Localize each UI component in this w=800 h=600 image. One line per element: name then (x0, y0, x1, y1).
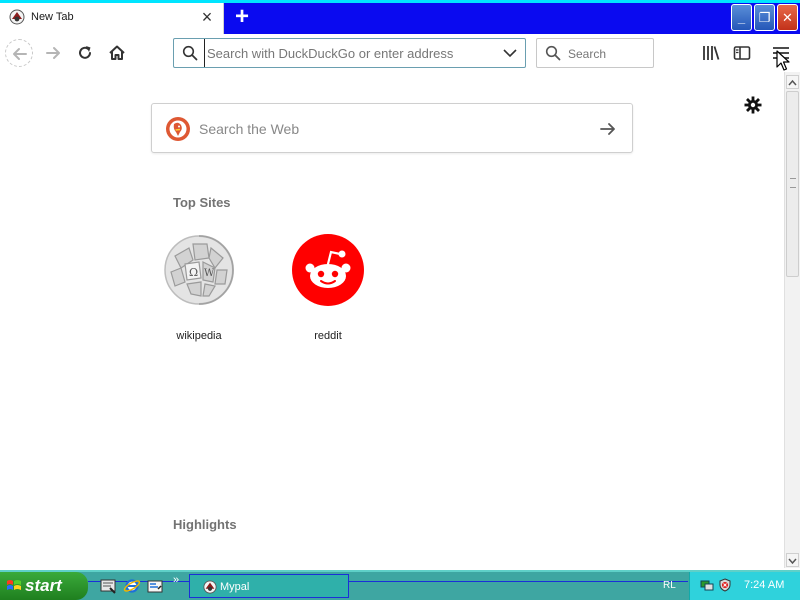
reload-icon (79, 46, 91, 59)
reload-button[interactable] (71, 39, 99, 67)
new-tab-page: Search the Web Top Sites Ω W wikipedia r… (0, 72, 784, 568)
mypal-favicon-icon (203, 580, 217, 594)
home-button[interactable] (103, 39, 131, 67)
internet-explorer-icon[interactable] (123, 577, 141, 595)
chevron-down-icon (788, 558, 797, 565)
arrow-right-icon[interactable] (598, 119, 618, 139)
system-tray: 7:24 AM (689, 572, 800, 600)
chevron-up-icon (788, 79, 797, 86)
top-site-wikipedia[interactable]: Ω W wikipedia (154, 234, 244, 354)
library-icon[interactable] (700, 42, 722, 64)
search-icon (182, 45, 198, 61)
mouse-cursor-icon (776, 50, 790, 71)
new-tab-button[interactable]: + (230, 5, 254, 30)
tab-new-tab[interactable]: New Tab × (0, 3, 224, 34)
restore-button[interactable]: ❐ (754, 4, 775, 31)
web-search-placeholder: Search the Web (199, 121, 300, 137)
back-button[interactable] (5, 39, 33, 67)
sidebar-icon[interactable] (731, 42, 753, 64)
mypal-favicon-icon (9, 9, 25, 25)
scroll-up-button[interactable] (786, 75, 799, 89)
nav-toolbar: Search (0, 34, 800, 72)
url-bar[interactable] (173, 38, 526, 68)
top-site-label: reddit (314, 330, 342, 342)
minimize-button[interactable]: _ (731, 4, 752, 31)
wikipedia-globe-icon: Ω W (164, 235, 235, 305)
svg-text:Ω: Ω (189, 266, 198, 279)
start-label: start (25, 576, 62, 595)
taskbar: start » Mypal RL 7:24 AM (0, 570, 800, 600)
top-site-reddit[interactable]: reddit (283, 234, 373, 354)
task-button-label: Mypal (220, 581, 250, 593)
network-tray-icon[interactable] (700, 578, 714, 592)
scroll-grip (790, 178, 796, 188)
highlights-heading: Highlights (173, 517, 237, 532)
arrow-left-icon (13, 48, 27, 60)
chevron-down-icon[interactable] (503, 48, 517, 58)
vertical-scrollbar[interactable] (784, 72, 800, 568)
forward-button[interactable] (39, 39, 67, 67)
top-site-label: wikipedia (176, 330, 222, 342)
tab-close-icon[interactable]: × (198, 7, 216, 27)
url-input[interactable] (204, 39, 497, 67)
scroll-thumb[interactable] (786, 91, 799, 277)
search-box-label: Search (568, 47, 607, 61)
show-desktop-icon[interactable] (99, 577, 117, 595)
web-search-box[interactable]: Search the Web (151, 103, 633, 153)
folder-icon[interactable] (146, 577, 164, 595)
duckduckgo-logo-icon (166, 117, 190, 141)
security-tray-icon[interactable] (718, 578, 732, 592)
search-icon (545, 45, 561, 61)
search-box[interactable]: Search (536, 38, 654, 68)
arrow-right-icon (46, 47, 60, 59)
clock: 7:24 AM (744, 579, 785, 591)
reddit-alien-icon (292, 234, 364, 306)
gear-icon[interactable] (743, 95, 763, 115)
scroll-down-button[interactable] (786, 553, 799, 567)
tab-title: New Tab (31, 11, 74, 23)
home-icon (109, 45, 125, 60)
svg-text:W: W (204, 268, 215, 279)
task-button-mypal[interactable]: Mypal (189, 574, 349, 598)
windows-flag-icon (7, 580, 21, 590)
start-button[interactable]: start (0, 572, 88, 600)
title-bar: New Tab × + _ ❐ ✕ (0, 0, 800, 34)
language-indicator[interactable]: RL (663, 580, 676, 591)
top-sites-heading: Top Sites (173, 195, 231, 210)
close-window-button[interactable]: ✕ (777, 4, 798, 31)
quicklaunch-more[interactable]: » (173, 574, 179, 586)
